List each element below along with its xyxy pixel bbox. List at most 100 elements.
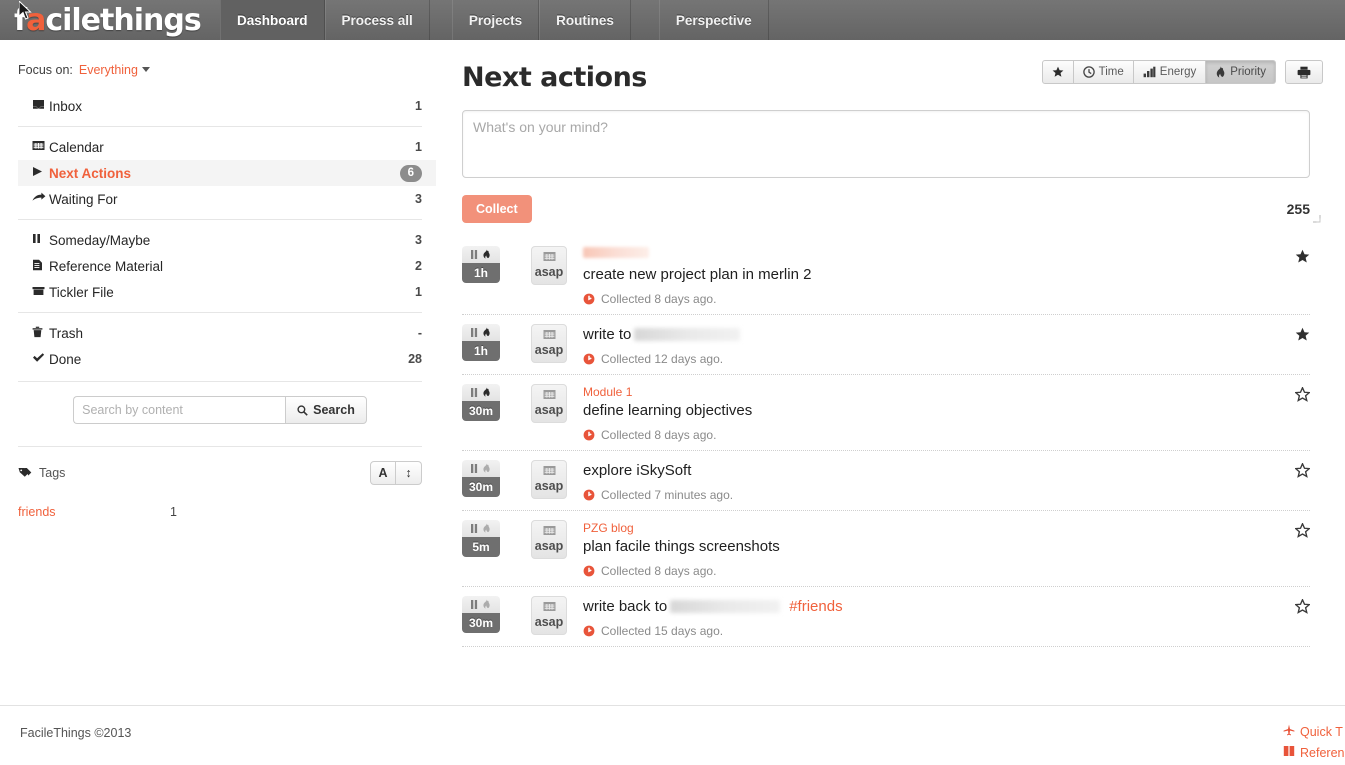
time-priority-badge[interactable]: 5m	[462, 520, 500, 557]
clock-icon	[583, 353, 595, 365]
tag-name[interactable]: friends	[18, 505, 170, 519]
sidebar-item-inbox[interactable]: Inbox 1	[18, 93, 436, 119]
task-title[interactable]: plan facile things screenshots	[583, 537, 1288, 556]
sidebar-item-someday-maybe[interactable]: Someday/Maybe 3	[18, 227, 436, 253]
task-star-toggle[interactable]	[1288, 596, 1311, 618]
focus-value[interactable]: Everything	[79, 63, 138, 77]
task-star-toggle[interactable]	[1288, 246, 1310, 268]
calendar-icon	[543, 252, 555, 261]
task-body: PZG blog plan facile things screenshots …	[583, 520, 1288, 578]
schedule-label: asap	[534, 479, 564, 493]
star-icon	[1295, 327, 1310, 341]
schedule-badge[interactable]: asap	[531, 324, 567, 363]
textarea-resize-handle[interactable]	[1312, 214, 1321, 223]
schedule-badge[interactable]: asap	[531, 520, 567, 559]
schedule-badge[interactable]: asap	[531, 384, 567, 423]
sidebar-item-next-actions[interactable]: Next Actions 6	[18, 160, 436, 186]
filter-time-button[interactable]: Time	[1073, 60, 1134, 84]
star-outline-icon	[1294, 386, 1311, 402]
printer-icon	[1297, 66, 1311, 78]
document-icon	[32, 259, 49, 274]
pause-icon	[471, 600, 478, 609]
time-priority-badge[interactable]: 1h	[462, 246, 500, 283]
schedule-badge[interactable]: asap	[531, 246, 567, 285]
task-collected-text: Collected 8 days ago.	[601, 292, 717, 306]
task-row[interactable]: 30m asap Module 1 define learning object…	[462, 375, 1311, 451]
footer-link-quick-tour[interactable]: Quick T	[1283, 724, 1345, 739]
filter-energy-button[interactable]: Energy	[1133, 60, 1207, 84]
task-row[interactable]: 30m asap explore iSkySoft Collected 7 mi…	[462, 451, 1311, 511]
sidebar-item-count: 3	[415, 233, 422, 247]
magnifier-icon	[297, 404, 308, 416]
collect-button[interactable]: Collect	[462, 195, 532, 223]
sort-by-size-button[interactable]: ↕	[396, 461, 422, 485]
calendar-icon	[543, 526, 555, 535]
nav-item-dashboard[interactable]: Dashboard	[220, 0, 325, 40]
sort-alphabetical-button[interactable]: A	[370, 461, 396, 485]
task-star-toggle[interactable]	[1288, 384, 1311, 406]
task-title[interactable]: define learning objectives	[583, 401, 1288, 420]
task-title[interactable]: write back to #friends	[583, 597, 1288, 616]
tags-header: Tags A ↕	[18, 446, 422, 485]
sidebar-item-label: Done	[49, 351, 82, 367]
main-toolbar: Time Energy Priority	[1041, 56, 1323, 84]
schedule-label: asap	[534, 265, 564, 279]
task-title[interactable]: write to	[583, 325, 1288, 344]
sidebar-item-tickler-file[interactable]: Tickler File 1	[18, 279, 436, 305]
top-navigation-bar: f a cilethings Dashboard Process all Proje…	[0, 0, 1345, 40]
task-project-label[interactable]: PZG blog	[583, 521, 1288, 535]
sidebar-item-reference-material[interactable]: Reference Material 2	[18, 253, 436, 279]
task-star-toggle[interactable]	[1288, 460, 1311, 482]
time-priority-badge[interactable]: 30m	[462, 384, 500, 421]
time-priority-badge[interactable]: 30m	[462, 460, 500, 497]
calendar-icon	[32, 140, 49, 154]
task-row[interactable]: 30m asap write back to #friends Collected…	[462, 587, 1311, 647]
time-priority-badge[interactable]: 30m	[462, 596, 500, 633]
task-body: explore iSkySoft Collected 7 minutes ago…	[583, 460, 1288, 502]
task-row[interactable]: 1h asap write to Collected 12 days ago.	[462, 315, 1310, 375]
sidebar-item-calendar[interactable]: Calendar 1	[18, 134, 436, 160]
filter-star-button[interactable]	[1041, 60, 1074, 84]
task-row[interactable]: 5m asap PZG blog plan facile things scre…	[462, 511, 1311, 587]
task-row[interactable]: 1h asap create new project plan in merli…	[462, 237, 1310, 315]
schedule-badge[interactable]: asap	[531, 460, 567, 499]
sidebar-item-count-badge: 6	[399, 164, 422, 182]
sidebar-item-count: 1	[415, 285, 422, 299]
collect-row: Collect 255	[462, 195, 1310, 223]
footer-link-reference[interactable]: Referen	[1283, 745, 1345, 760]
nav-item-projects[interactable]: Projects	[451, 0, 540, 40]
print-button[interactable]	[1285, 60, 1323, 84]
nav-item-process-all[interactable]: Process all	[324, 0, 430, 40]
schedule-badge[interactable]: asap	[531, 596, 567, 635]
search-input[interactable]	[73, 396, 286, 424]
flame-icon	[483, 249, 490, 259]
chevron-down-icon[interactable]	[141, 67, 150, 72]
task-star-toggle[interactable]	[1288, 324, 1310, 346]
task-title[interactable]: explore iSkySoft	[583, 461, 1288, 480]
focus-selector[interactable]: Focus on: Everything	[18, 63, 422, 77]
filter-priority-button[interactable]: Priority	[1206, 60, 1276, 84]
sidebar-item-done[interactable]: Done 28	[18, 346, 436, 372]
flame-icon	[483, 327, 490, 337]
sidebar-item-trash[interactable]: Trash -	[18, 320, 436, 346]
search-button[interactable]: Search	[285, 396, 367, 424]
archive-box-icon	[32, 285, 49, 299]
nav-item-perspective[interactable]: Perspective	[658, 0, 769, 40]
app-logo[interactable]: f a cilethings	[0, 0, 220, 40]
task-project-label[interactable]: Module 1	[583, 385, 1288, 399]
collect-textarea[interactable]	[462, 110, 1310, 178]
task-star-toggle[interactable]	[1288, 520, 1311, 542]
task-hashtag[interactable]: #friends	[789, 598, 842, 615]
sidebar-item-label: Waiting For	[49, 191, 118, 207]
sidebar-item-count: 2	[415, 259, 422, 273]
time-priority-badge[interactable]: 1h	[462, 324, 500, 361]
tag-list-item[interactable]: friends 1	[18, 505, 422, 519]
star-icon	[1295, 249, 1310, 263]
time-estimate-label: 30m	[462, 613, 500, 633]
clock-icon	[583, 625, 595, 637]
nav-item-routines[interactable]: Routines	[539, 0, 631, 40]
sidebar-item-count: 28	[408, 352, 422, 366]
task-meta: Collected 8 days ago.	[583, 564, 1288, 578]
task-title[interactable]: create new project plan in merlin 2	[583, 265, 1288, 284]
sidebar-item-waiting-for[interactable]: Waiting For 3	[18, 186, 436, 212]
